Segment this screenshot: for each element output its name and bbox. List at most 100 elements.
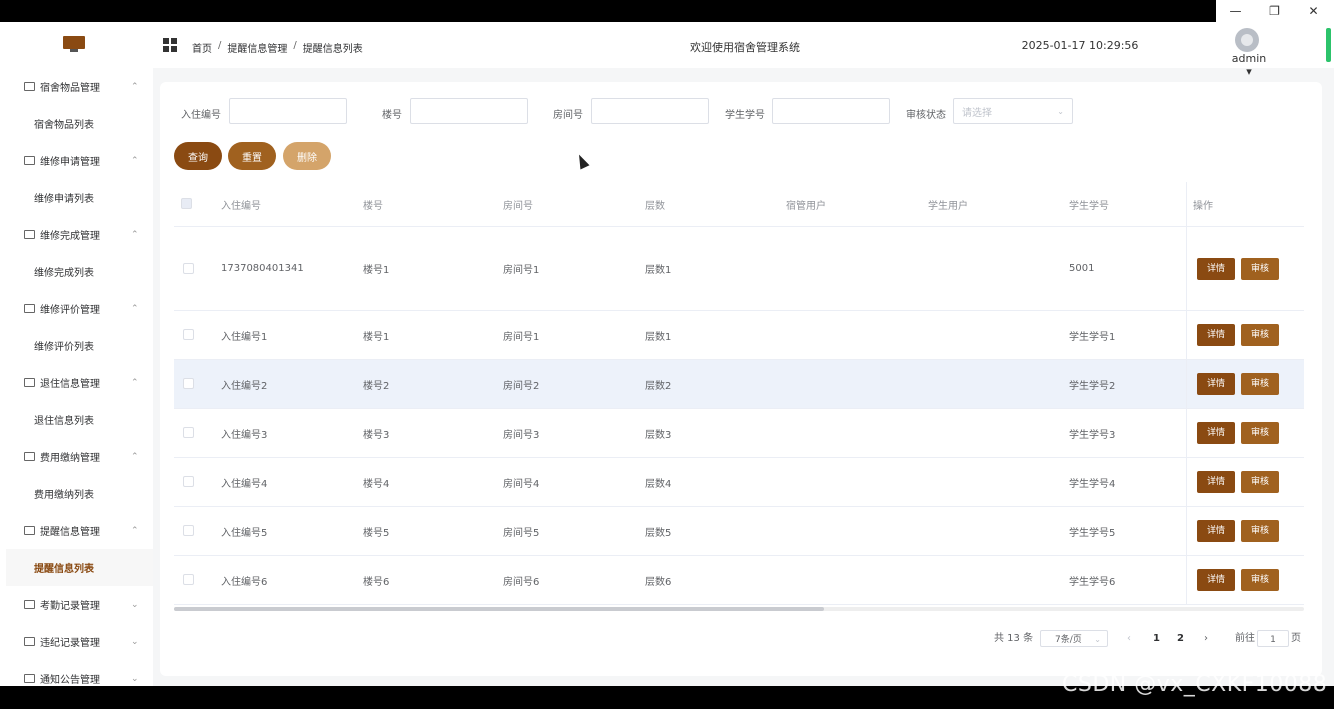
cell-room: 房间号4	[502, 457, 644, 507]
breadcrumb-home[interactable]: 首页	[192, 40, 212, 55]
goto-page-input[interactable]: 1	[1257, 630, 1289, 647]
cell-floor: 层数5	[644, 506, 785, 556]
reminder-table: 入住编号 楼号 房间号 层数 宿管用户 学生用户 学生学号 操作 1737080…	[174, 182, 1304, 605]
audit-button[interactable]: 审核	[1241, 471, 1279, 493]
page-1-button[interactable]: 1	[1153, 630, 1160, 648]
cell-student-no: 学生学号5	[1068, 506, 1187, 556]
sidebar-group-repair-done[interactable]: 维修完成管理 ⌃	[0, 216, 153, 253]
breadcrumb-section[interactable]: 提醒信息管理	[227, 40, 287, 55]
sidebar-group-notices[interactable]: 通知公告管理 ⌄	[0, 660, 153, 686]
row-checkbox[interactable]	[183, 378, 194, 390]
checkin-no-label: 入住编号	[181, 110, 221, 121]
delete-button[interactable]: 删除	[283, 142, 331, 170]
row-checkbox[interactable]	[183, 329, 194, 341]
sidebar-group-repair-apply[interactable]: 维修申请管理 ⌃	[0, 142, 153, 179]
prev-page-button[interactable]: ‹	[1127, 630, 1131, 648]
filter-bar: 入住编号 楼号 房间号 学生学号 审核状态 请选择 ⌄	[160, 98, 1322, 128]
sidebar-item-dorm-items-list[interactable]: 宿舍物品列表	[0, 105, 153, 142]
sidebar-group-attendance[interactable]: 考勤记录管理 ⌄	[0, 586, 153, 623]
user-dropdown[interactable]: admin ▾	[1228, 52, 1270, 78]
cell-building: 楼号5	[362, 506, 502, 556]
room-input[interactable]	[591, 98, 709, 124]
search-button[interactable]: 查询	[174, 142, 222, 170]
select-all-checkbox[interactable]	[181, 198, 192, 210]
cell-actions: 详情 审核	[1186, 310, 1304, 360]
detail-button[interactable]: 详情	[1197, 422, 1235, 444]
sidebar-item-repair-done-list[interactable]: 维修完成列表	[0, 253, 153, 290]
cell-building: 楼号4	[362, 457, 502, 507]
cell-actions: 详情 审核	[1186, 226, 1304, 311]
table-row[interactable]: 入住编号3 楼号3 房间号3 层数3 学生学号3 详情 审核	[174, 408, 1304, 458]
detail-button[interactable]: 详情	[1197, 569, 1235, 591]
page-2-button[interactable]: 2	[1177, 630, 1184, 648]
menu-icon	[24, 304, 35, 313]
row-checkbox[interactable]	[183, 525, 194, 537]
audit-button[interactable]: 审核	[1241, 373, 1279, 395]
table-row[interactable]: 入住编号4 楼号4 房间号4 层数4 学生学号4 详情 审核	[174, 457, 1304, 507]
row-checkbox[interactable]	[183, 476, 194, 488]
sidebar-group-repair-review[interactable]: 维修评价管理 ⌃	[0, 290, 153, 327]
row-checkbox[interactable]	[183, 427, 194, 439]
status-select[interactable]: 请选择 ⌄	[953, 98, 1073, 124]
table-row[interactable]: 入住编号5 楼号5 房间号5 层数5 学生学号5 详情 审核	[174, 506, 1304, 556]
row-select-cell	[174, 506, 220, 556]
avatar[interactable]	[1235, 28, 1259, 52]
cell-student-no: 学生学号1	[1068, 310, 1187, 360]
audit-button[interactable]: 审核	[1241, 257, 1279, 280]
sidebar-group-label: 通知公告管理	[40, 675, 100, 686]
cell-manager	[785, 408, 927, 458]
table-row[interactable]: 入住编号1 楼号1 房间号1 层数1 学生学号1 详情 审核	[174, 310, 1304, 360]
checkin-no-input[interactable]	[229, 98, 347, 124]
minimize-button[interactable]: —	[1216, 0, 1255, 22]
sidebar-group-fees[interactable]: 费用缴纳管理 ⌃	[0, 438, 153, 475]
cell-student-user	[927, 408, 1068, 458]
reset-button[interactable]: 重置	[228, 142, 276, 170]
current-datetime: 2025-01-17 10:29:56	[1021, 39, 1139, 52]
student-no-input[interactable]	[772, 98, 890, 124]
cell-room: 房间号2	[502, 359, 644, 409]
sidebar-item-reminders-list[interactable]: 提醒信息列表	[6, 549, 153, 586]
page-size-select[interactable]: 7条/页 ⌄	[1040, 630, 1108, 647]
chevron-down-icon: ⌄	[131, 636, 139, 647]
restore-button[interactable]: ❐	[1255, 0, 1294, 22]
detail-button[interactable]: 详情	[1197, 373, 1235, 395]
row-checkbox[interactable]	[183, 262, 194, 274]
sidebar-item-repair-review-list[interactable]: 维修评价列表	[0, 327, 153, 364]
table-row[interactable]: 入住编号6 楼号6 房间号6 层数6 学生学号6 详情 审核	[174, 555, 1304, 605]
screen-top-bar	[0, 0, 1334, 22]
audit-button[interactable]: 审核	[1241, 520, 1279, 542]
row-select-cell	[174, 226, 220, 311]
cell-floor: 层数1	[644, 310, 785, 360]
audit-button[interactable]: 审核	[1241, 422, 1279, 444]
detail-button[interactable]: 详情	[1197, 471, 1235, 493]
table-row[interactable]: 1737080401341 楼号1 房间号1 层数1 5001 详情 审核	[174, 226, 1304, 311]
sidebar-item-checkout-list[interactable]: 退住信息列表	[0, 401, 153, 438]
menu-icon	[24, 156, 35, 165]
cell-student-no: 学生学号4	[1068, 457, 1187, 507]
next-page-button[interactable]: ›	[1204, 630, 1208, 648]
chevron-down-icon: ⌄	[131, 599, 139, 610]
close-button[interactable]: ✕	[1294, 0, 1333, 22]
sidebar-group-label: 宿舍物品管理	[40, 83, 100, 94]
cell-room: 房间号5	[502, 506, 644, 556]
sidebar-group-checkout[interactable]: 退住信息管理 ⌃	[0, 364, 153, 401]
row-checkbox[interactable]	[183, 574, 194, 586]
sidebar-group-reminders[interactable]: 提醒信息管理 ⌃	[0, 512, 153, 549]
grid-menu-icon[interactable]	[163, 38, 177, 52]
sidebar-item-repair-apply-list[interactable]: 维修申请列表	[0, 179, 153, 216]
horizontal-scrollbar[interactable]	[174, 607, 1304, 611]
table-row[interactable]: 入住编号2 楼号2 房间号2 层数2 学生学号2 详情 审核	[174, 359, 1304, 409]
scrollbar-thumb[interactable]	[174, 607, 824, 611]
detail-button[interactable]: 详情	[1197, 257, 1235, 280]
sidebar-group-dorm-items[interactable]: 宿舍物品管理 ⌃	[0, 68, 153, 105]
cell-student-user	[927, 226, 1068, 311]
building-input[interactable]	[410, 98, 528, 124]
audit-button[interactable]: 审核	[1241, 324, 1279, 346]
detail-button[interactable]: 详情	[1197, 324, 1235, 346]
sidebar-group-discipline[interactable]: 违纪记录管理 ⌄	[0, 623, 153, 660]
chevron-up-icon: ⌃	[131, 525, 139, 536]
audit-button[interactable]: 审核	[1241, 569, 1279, 591]
col-room: 房间号	[502, 182, 644, 227]
detail-button[interactable]: 详情	[1197, 520, 1235, 542]
sidebar-item-fees-list[interactable]: 费用缴纳列表	[0, 475, 153, 512]
